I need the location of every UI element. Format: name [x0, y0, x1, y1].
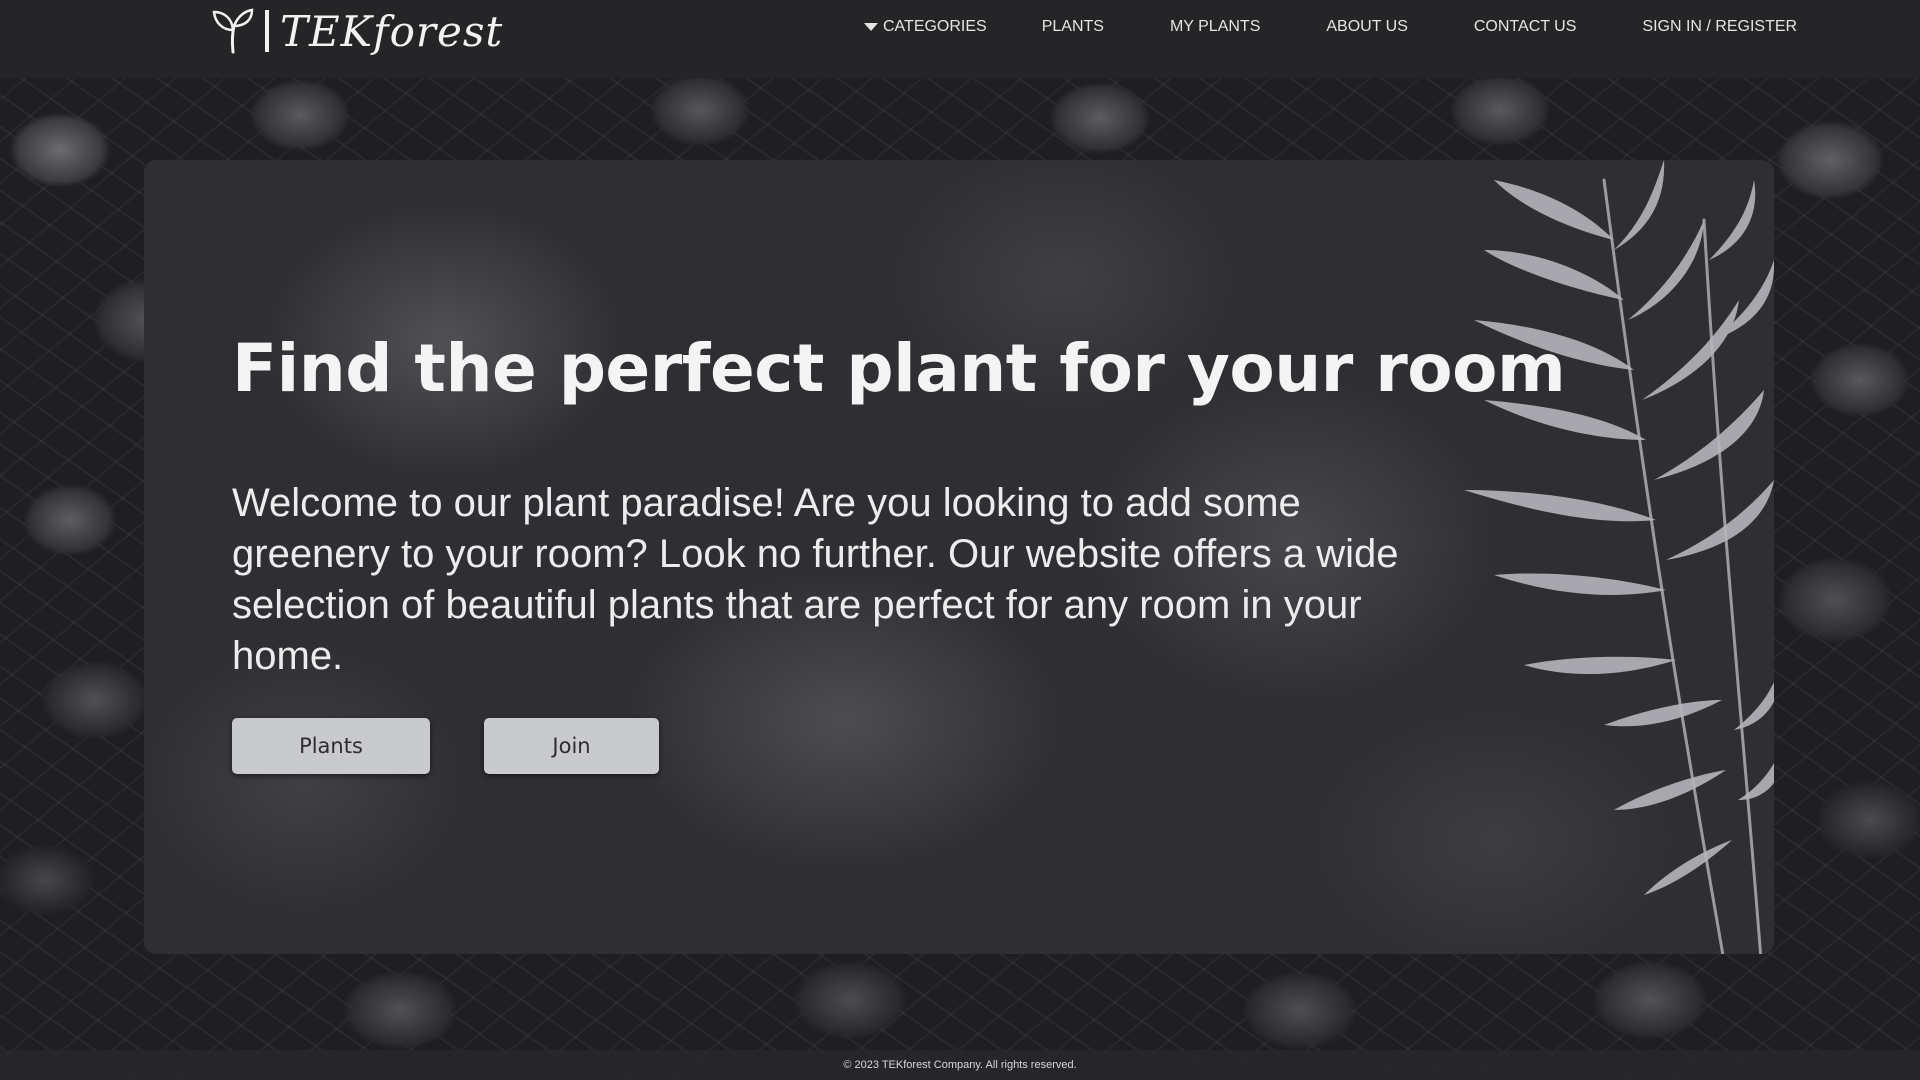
nav-my-plants[interactable]: MY PLANTS	[1170, 18, 1260, 36]
brand-logo[interactable]: TEKforest	[212, 6, 503, 56]
join-button[interactable]: Join	[484, 718, 659, 774]
top-nav-bar: TEKforest CATEGORIES PLANTS MY PLANTS AB…	[0, 0, 1920, 78]
copyright-text: © 2023 TEKforest Company. All rights res…	[843, 1059, 1077, 1071]
nav-categories[interactable]: CATEGORIES	[864, 18, 987, 36]
nav-sign-in-register[interactable]: SIGN IN / REGISTER	[1642, 18, 1797, 36]
nav-contact-us[interactable]: CONTACT US	[1474, 18, 1577, 36]
page: TEKforest CATEGORIES PLANTS MY PLANTS AB…	[0, 0, 1920, 1080]
nav-label: CATEGORIES	[883, 18, 987, 35]
plants-button[interactable]: Plants	[232, 718, 430, 774]
nav-plants[interactable]: PLANTS	[1042, 18, 1104, 36]
brand-name: TEKforest	[280, 6, 504, 56]
logo-divider	[265, 10, 269, 52]
nav-about-us[interactable]: ABOUT US	[1326, 18, 1408, 36]
hero-card: Find the perfect plant for your room Wel…	[144, 160, 1774, 954]
main-nav: CATEGORIES PLANTS MY PLANTS ABOUT US CON…	[864, 18, 1797, 36]
hero-description: Welcome to our plant paradise! Are you l…	[232, 481, 1399, 678]
footer: © 2023 TEKforest Company. All rights res…	[0, 1050, 1920, 1080]
caret-down-icon	[864, 23, 878, 31]
sprout-icon	[212, 8, 254, 54]
hero-title: Find the perfect plant for your room	[232, 330, 1566, 407]
fern-decoration	[1464, 160, 1774, 954]
